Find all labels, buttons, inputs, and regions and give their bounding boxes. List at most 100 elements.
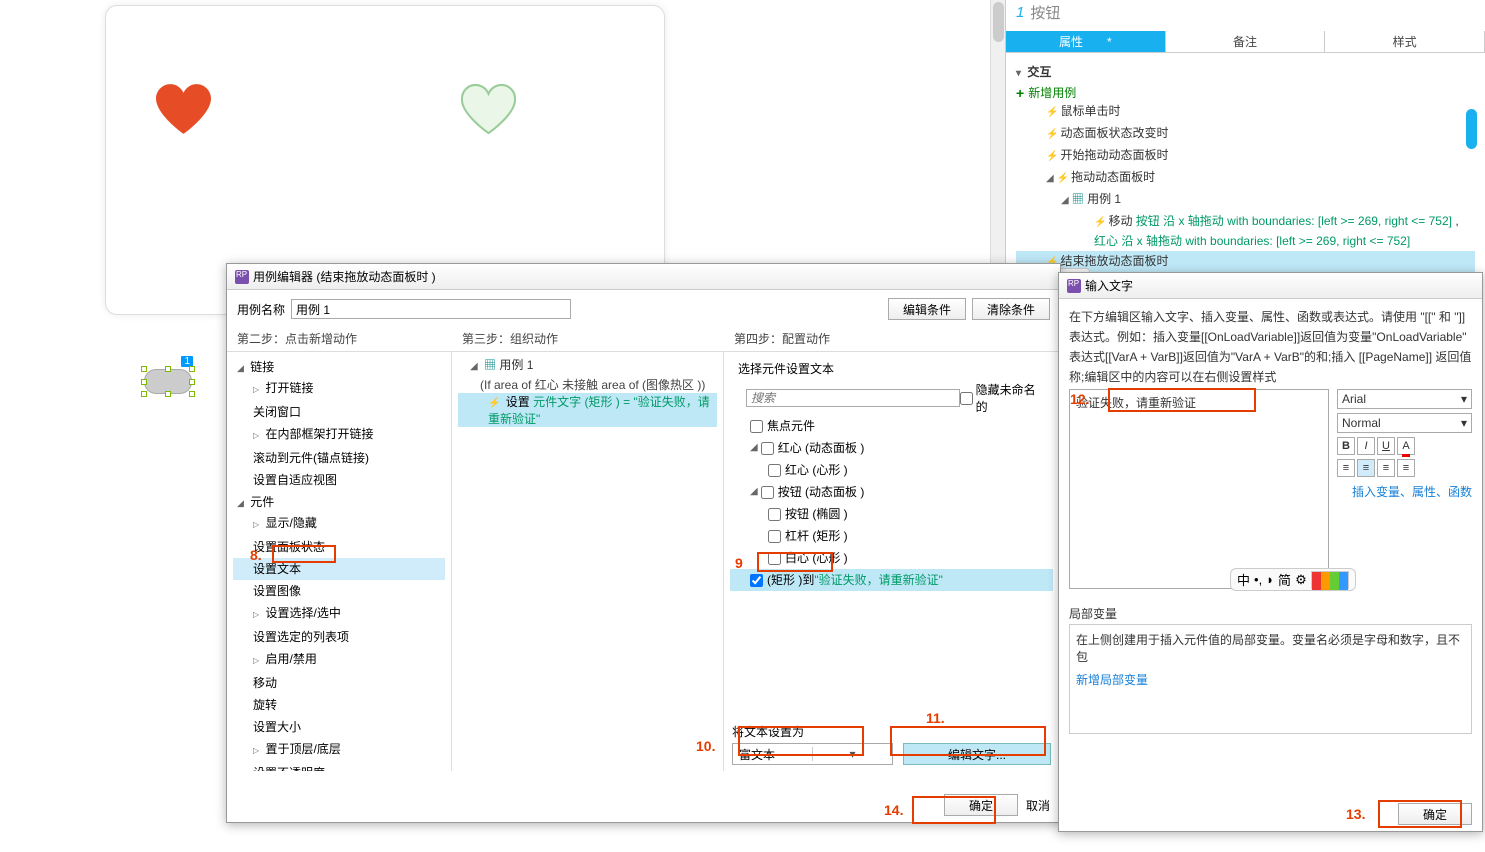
set-text-to-label: 将文本设置为: [732, 723, 1051, 740]
rich-text-area[interactable]: 验证失败，请重新验证: [1069, 389, 1329, 589]
organized-action-row[interactable]: ⚡ 设置 元件文字 (矩形 ) = "验证失败，请重新验证": [458, 393, 717, 427]
event-panel-state-change[interactable]: ⚡动态面板状态改变时: [1016, 123, 1475, 145]
widget-search-input[interactable]: [746, 389, 960, 407]
event-onclick[interactable]: ⚡鼠标单击时: [1016, 101, 1475, 123]
local-vars-desc: 在上侧创建用于插入元件值的局部变量。变量名必须是字母和数字，且不包: [1076, 631, 1465, 665]
dialog-title: 输入文字: [1085, 277, 1133, 294]
target-button-panel[interactable]: ◢按钮 (动态面板 ): [730, 481, 1053, 503]
action-set-image[interactable]: 设置图像: [233, 580, 445, 602]
target-redheart-shape[interactable]: 红心 (心形 ): [730, 459, 1053, 481]
action-bring-front[interactable]: ▷ 置于顶层/底层: [233, 738, 445, 762]
action-set-size[interactable]: 设置大小: [233, 716, 445, 738]
align-justify-button[interactable]: ≡: [1397, 459, 1415, 477]
inspector-scroll-thumb[interactable]: [1466, 109, 1477, 149]
action-opacity[interactable]: 设置不透明度: [233, 762, 445, 771]
dialog-titlebar[interactable]: 输入文字: [1059, 273, 1482, 299]
align-center-button[interactable]: ≡: [1357, 459, 1375, 477]
insert-variable-link[interactable]: 插入变量、属性、函数: [1337, 483, 1472, 500]
action-scroll-to[interactable]: 滚动到元件(锚点链接): [233, 447, 445, 469]
configure-action: 选择元件设置文本 隐藏未命名的 焦点元件 ◢红心 (动态面板 ) 红心 (心形 …: [724, 352, 1060, 771]
target-button-ellipse[interactable]: 按钮 (椭圆 ): [730, 503, 1053, 525]
action-adaptive-view[interactable]: 设置自适应视图: [233, 469, 445, 491]
chevron-down-icon: ▾: [1461, 416, 1467, 430]
action-move[interactable]: 移动: [233, 672, 445, 694]
cancel-button[interactable]: 取消: [1026, 797, 1050, 814]
ok-button[interactable]: 确定: [1398, 803, 1472, 825]
dialog-title: 用例编辑器 (结束拖放动态面板时 ): [253, 268, 436, 285]
action-enable-disable[interactable]: ▷ 启用/禁用: [233, 648, 445, 672]
section-interactions: 交互: [1027, 65, 1051, 79]
ime-toolbar[interactable]: 中 •, ◗ 简 ⚙: [1230, 568, 1356, 591]
case-condition: (If area of 红心 未接触 area of (图像热区 )): [458, 376, 717, 393]
action-rotate[interactable]: 旋转: [233, 694, 445, 716]
widget-name[interactable]: 按钮: [1030, 2, 1060, 23]
help-text-4: 称;编辑区中的内容可以在右侧设置样式: [1069, 369, 1472, 385]
edit-text-button[interactable]: 编辑文字...: [903, 743, 1051, 765]
step3-header: 第三步：组织动作: [452, 328, 724, 349]
align-left-button[interactable]: ≡: [1337, 459, 1355, 477]
action-move[interactable]: ⚡移动 按钮 沿 x 轴拖动 with boundaries: [left >=…: [1016, 211, 1475, 251]
underline-button[interactable]: U: [1377, 437, 1395, 455]
target-lever-rect[interactable]: 杠杆 (矩形 ): [730, 525, 1053, 547]
moon-icon[interactable]: ◗: [1266, 572, 1274, 587]
color-button[interactable]: A: [1397, 437, 1415, 455]
app-icon: [1067, 279, 1081, 293]
bolt-icon: ⚡: [1046, 129, 1058, 140]
organize-actions[interactable]: ◢ ▦ 用例 1 (If area of 红心 未接触 area of (图像热…: [452, 352, 724, 771]
help-text-2: 表达式。例如：插入变量[[OnLoadVariable]]返回值为变量"OnLo…: [1069, 329, 1472, 345]
target-rect[interactable]: (矩形 ) 到 "验证失败，请重新验证": [730, 569, 1053, 591]
heart-red-icon[interactable]: [156, 84, 211, 137]
selected-button-widget[interactable]: 1: [144, 369, 192, 394]
dialog-titlebar[interactable]: 用例编辑器 (结束拖放动态面板时 ): [227, 264, 1060, 290]
add-case-link[interactable]: +新增用例: [1016, 84, 1076, 101]
font-select[interactable]: Arial▾: [1337, 389, 1472, 409]
hide-unnamed-checkbox[interactable]: 隐藏未命名的: [960, 381, 1045, 415]
target-whiteheart[interactable]: 白心 (心形 ): [730, 547, 1053, 569]
action-show-hide[interactable]: ▷ 显示/隐藏: [233, 512, 445, 536]
text-type-combo[interactable]: 富文本▾: [732, 743, 893, 765]
bolt-icon: ⚡: [1057, 173, 1069, 184]
action-set-panel-state[interactable]: 设置面板状态: [233, 536, 445, 558]
local-vars-title: 局部变量: [1069, 605, 1472, 622]
heart-green-icon[interactable]: [461, 84, 516, 137]
plus-icon: +: [1016, 85, 1024, 101]
app-icon: [235, 270, 249, 284]
tab-notes[interactable]: 备注: [1166, 31, 1326, 52]
bolt-icon: ⚡: [1046, 107, 1058, 118]
action-set-list-item[interactable]: 设置选定的列表项: [233, 626, 445, 648]
weight-select[interactable]: Normal▾: [1337, 413, 1472, 433]
chevron-down-icon[interactable]: ▾: [1016, 68, 1021, 79]
tab-style[interactable]: 样式: [1325, 31, 1485, 52]
target-focus[interactable]: 焦点元件: [730, 415, 1053, 437]
tab-properties[interactable]: 属性*: [1006, 31, 1166, 52]
clear-condition-button[interactable]: 清除条件: [972, 298, 1050, 320]
action-set-text[interactable]: 设置文本: [233, 558, 445, 580]
target-redheart-panel[interactable]: ◢红心 (动态面板 ): [730, 437, 1053, 459]
help-text-3: 表达式[[VarA + VarB]]返回值为"VarA + VarB"的和;插入…: [1069, 349, 1472, 365]
action-close-window[interactable]: 关闭窗口: [233, 401, 445, 423]
edit-condition-button[interactable]: 编辑条件: [888, 298, 966, 320]
punct-icon[interactable]: •,: [1254, 572, 1262, 587]
italic-button[interactable]: I: [1357, 437, 1375, 455]
gear-icon[interactable]: ⚙: [1295, 572, 1307, 588]
event-drag[interactable]: ◢⚡拖动动态面板时: [1016, 167, 1475, 189]
color-palette[interactable]: [1311, 571, 1349, 589]
align-right-button[interactable]: ≡: [1377, 459, 1395, 477]
bold-button[interactable]: B: [1337, 437, 1355, 455]
case-name-input[interactable]: [291, 299, 571, 319]
add-local-var-link[interactable]: 新增局部变量: [1076, 671, 1465, 688]
step4-header: 第四步：配置动作: [724, 328, 840, 349]
action-open-link[interactable]: ▷ 打开链接: [233, 377, 445, 401]
chevron-down-icon: ▾: [1461, 392, 1467, 406]
format-panel: Arial▾ Normal▾ B I U A ≡ ≡ ≡ ≡ 插入变量、属性、函…: [1337, 389, 1472, 589]
case-name-label: 用例名称: [237, 301, 285, 318]
actions-list[interactable]: ◢ 链接 ▷ 打开链接 关闭窗口 ▷ 在内部框架打开链接 滚动到元件(锚点链接)…: [227, 352, 452, 771]
action-set-selected[interactable]: ▷ 设置选择/选中: [233, 602, 445, 626]
ok-button[interactable]: 确定: [944, 794, 1018, 816]
bolt-icon: ⚡: [1046, 151, 1058, 162]
widget-index: 1: [1016, 4, 1024, 21]
case-node[interactable]: ◢▦ 用例 1: [1016, 189, 1475, 211]
event-drag-start[interactable]: ⚡开始拖动动态面板时: [1016, 145, 1475, 167]
action-open-in-frame[interactable]: ▷ 在内部框架打开链接: [233, 423, 445, 447]
chevron-down-icon[interactable]: ▾: [812, 747, 892, 761]
